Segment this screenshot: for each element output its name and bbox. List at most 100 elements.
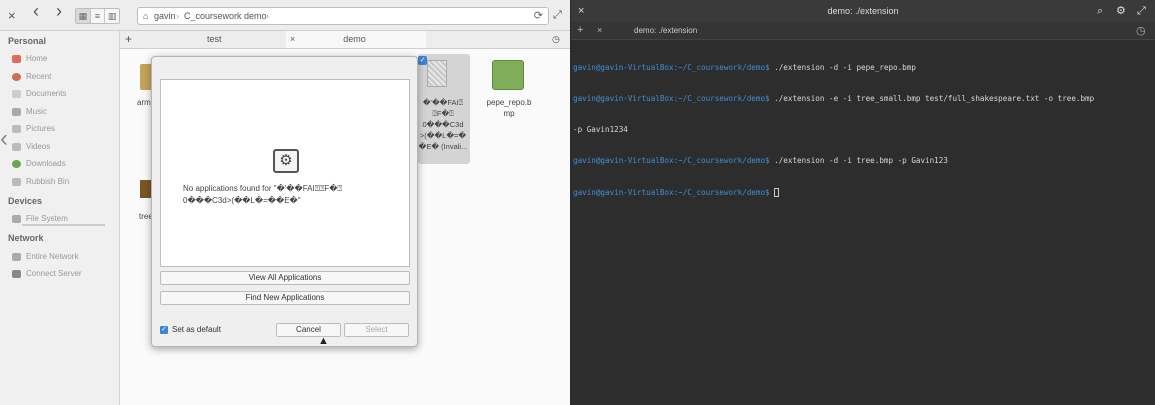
prompt: gavin@gavin-VirtualBox:~/C_coursework/de…: [573, 62, 770, 72]
breadcrumb-c-coursework[interactable]: C_coursework: [184, 8, 242, 24]
open-with-dialog: ⚙ No applications found for "�'��FAI⍰⍰F�…: [151, 56, 418, 347]
reload-icon[interactable]: ⟳: [534, 8, 543, 24]
home-icon: [12, 54, 21, 63]
sidebar-item-documents[interactable]: Documents: [12, 89, 66, 98]
sidebar-item-label: Connect Server: [26, 269, 82, 278]
file-label-pepe-repo[interactable]: pepe_repo.b mp: [483, 97, 535, 119]
column-view-icon[interactable]: ▥: [105, 9, 119, 23]
drive-icon: [12, 214, 21, 223]
history-icon[interactable]: ◷: [1136, 24, 1146, 37]
disk-usage-bar: [22, 224, 105, 226]
sidebar-item-label: Downloads: [26, 159, 66, 168]
command: ./extension -e -i tree_small.bmp test/fu…: [769, 94, 1095, 104]
music-icon: [12, 107, 21, 116]
sidebar-item-label: Documents: [26, 89, 67, 98]
terminal-titlebar: × demo: ./extension ⌕ ⚙ ⤢: [571, 0, 1155, 22]
sidebar-header-devices: Devices: [8, 196, 43, 206]
trash-icon: [12, 177, 21, 186]
close-icon[interactable]: ×: [578, 0, 584, 22]
set-as-default-checkbox[interactable]: ✓ Set as default: [160, 325, 221, 334]
file-label-line: 0���C3d: [422, 120, 464, 129]
gear-icon[interactable]: ⚙: [1116, 0, 1126, 22]
mouse-cursor-icon: ▲: [318, 335, 329, 347]
view-all-applications-button[interactable]: View All Applications: [160, 271, 410, 285]
file-manager-toolbar: × ‹ › ▦ ≡ ▥ ⌂ gavin › C_coursework › dem…: [0, 0, 570, 31]
downloads-icon: [12, 159, 21, 168]
sidebar-item-pictures[interactable]: Pictures: [12, 124, 55, 133]
command: -p Gavin1234: [573, 125, 628, 135]
tab-close-icon[interactable]: ×: [290, 34, 295, 44]
sidebar-item-home[interactable]: Home: [12, 54, 47, 63]
selection-check-icon[interactable]: ✓: [418, 56, 427, 65]
application-list[interactable]: ⚙ No applications found for "�'��FAI⍰⍰F�…: [160, 79, 410, 267]
tab-close-icon[interactable]: ×: [597, 25, 602, 35]
window-title: demo: ./extension: [827, 6, 899, 16]
sidebar-item-videos[interactable]: Videos: [12, 142, 50, 151]
prompt: gavin@gavin-VirtualBox:~/C_coursework/de…: [573, 187, 770, 197]
message-line: 0���C3d>(��L�=��E�": [183, 196, 301, 205]
terminal-cursor: [774, 188, 780, 198]
file-label-line: ⍰F�⍰: [432, 109, 454, 118]
sidebar-item-rubbish-bin[interactable]: Rubbish Bin: [12, 177, 69, 186]
sidebar-item-entire-network[interactable]: Entire Network: [12, 252, 78, 261]
sidebar-item-label: Videos: [26, 142, 51, 151]
sidebar-item-music[interactable]: Music: [12, 107, 47, 116]
sidebar-item-file-system[interactable]: File System: [12, 214, 68, 223]
file-label-line: >(��L�=�: [419, 131, 467, 140]
add-tab-icon[interactable]: +: [577, 24, 583, 36]
command: ./extension -d -i tree.bmp -p Gavin123: [769, 156, 948, 166]
sidebar-item-recent[interactable]: Recent: [12, 72, 51, 81]
file-label-arm[interactable]: arm: [137, 98, 151, 107]
file-label-line: pepe_repo.b: [486, 98, 532, 107]
back-icon[interactable]: ‹: [33, 2, 39, 20]
view-switcher: ▦ ≡ ▥: [75, 8, 120, 24]
close-icon[interactable]: ×: [8, 7, 16, 24]
network-icon: [12, 252, 21, 261]
terminal-line: gavin@gavin-VirtualBox:~/C_coursework/de…: [573, 94, 1153, 104]
file-label-line: mp: [503, 109, 515, 118]
documents-icon: [12, 89, 21, 98]
new-tab-icon[interactable]: +: [125, 31, 132, 48]
breadcrumb-gavin[interactable]: gavin: [154, 8, 176, 24]
terminal-line: gavin@gavin-VirtualBox:~/C_coursework/de…: [573, 156, 1153, 166]
breadcrumb[interactable]: ⌂ gavin › C_coursework › demo › ⟳: [137, 7, 549, 25]
chevron-left-icon[interactable]: ‹: [0, 125, 8, 153]
unknown-file-icon[interactable]: [427, 60, 447, 87]
icon-view-icon[interactable]: ▦: [76, 9, 91, 23]
terminal-output[interactable]: gavin@gavin-VirtualBox:~/C_coursework/de…: [573, 42, 1153, 219]
sidebar-item-label: File System: [26, 214, 68, 223]
fullscreen-icon[interactable]: ⤢: [553, 7, 562, 24]
forward-icon[interactable]: ›: [56, 2, 62, 20]
history-icon[interactable]: ◷: [552, 31, 560, 48]
sidebar-item-label: Entire Network: [26, 252, 79, 261]
file-label-garbled[interactable]: �'��FAI⍰ ⍰F�⍰ 0���C3d >(��L�=� �E� (Inva…: [417, 97, 469, 152]
cancel-button[interactable]: Cancel: [276, 323, 341, 337]
tab-demo-extension[interactable]: demo: ./extension: [634, 26, 697, 35]
home-icon[interactable]: ⌂: [143, 8, 148, 24]
recent-icon: [12, 72, 21, 81]
gear-icon: ⚙: [273, 149, 299, 173]
checkbox-checked-icon[interactable]: ✓: [160, 325, 168, 334]
message-line: No applications found for "�'��FAI⍰⍰F�⍰: [183, 184, 343, 193]
file-label-line: �'��FAI⍰: [422, 98, 464, 107]
tab-demo[interactable]: × demo: [286, 31, 426, 48]
fullscreen-icon[interactable]: ⤢: [1137, 0, 1146, 22]
sidebar-item-connect-server[interactable]: Connect Server: [12, 269, 82, 278]
sidebar-item-label: Home: [26, 54, 48, 63]
sidebar-item-downloads[interactable]: Downloads: [12, 159, 66, 168]
select-button[interactable]: Select: [344, 323, 409, 337]
videos-icon: [12, 142, 21, 151]
tab-test[interactable]: test: [207, 31, 222, 48]
list-view-icon[interactable]: ≡: [91, 9, 106, 23]
pictures-icon: [12, 124, 21, 133]
breadcrumb-separator: ›: [176, 11, 179, 21]
terminal-tab-bar: + × demo: ./extension ◷: [571, 22, 1155, 40]
sidebar-item-label: Music: [26, 107, 47, 116]
find-new-applications-button[interactable]: Find New Applications: [160, 291, 410, 305]
sidebar-item-label: Rubbish Bin: [26, 177, 70, 186]
pepe-image-thumbnail[interactable]: [492, 60, 524, 90]
prompt: gavin@gavin-VirtualBox:~/C_coursework/de…: [573, 156, 770, 166]
sidebar: Personal Home Recent Documents Music Pic…: [0, 31, 120, 405]
breadcrumb-demo[interactable]: demo: [244, 8, 267, 24]
search-icon[interactable]: ⌕: [1097, 0, 1103, 22]
